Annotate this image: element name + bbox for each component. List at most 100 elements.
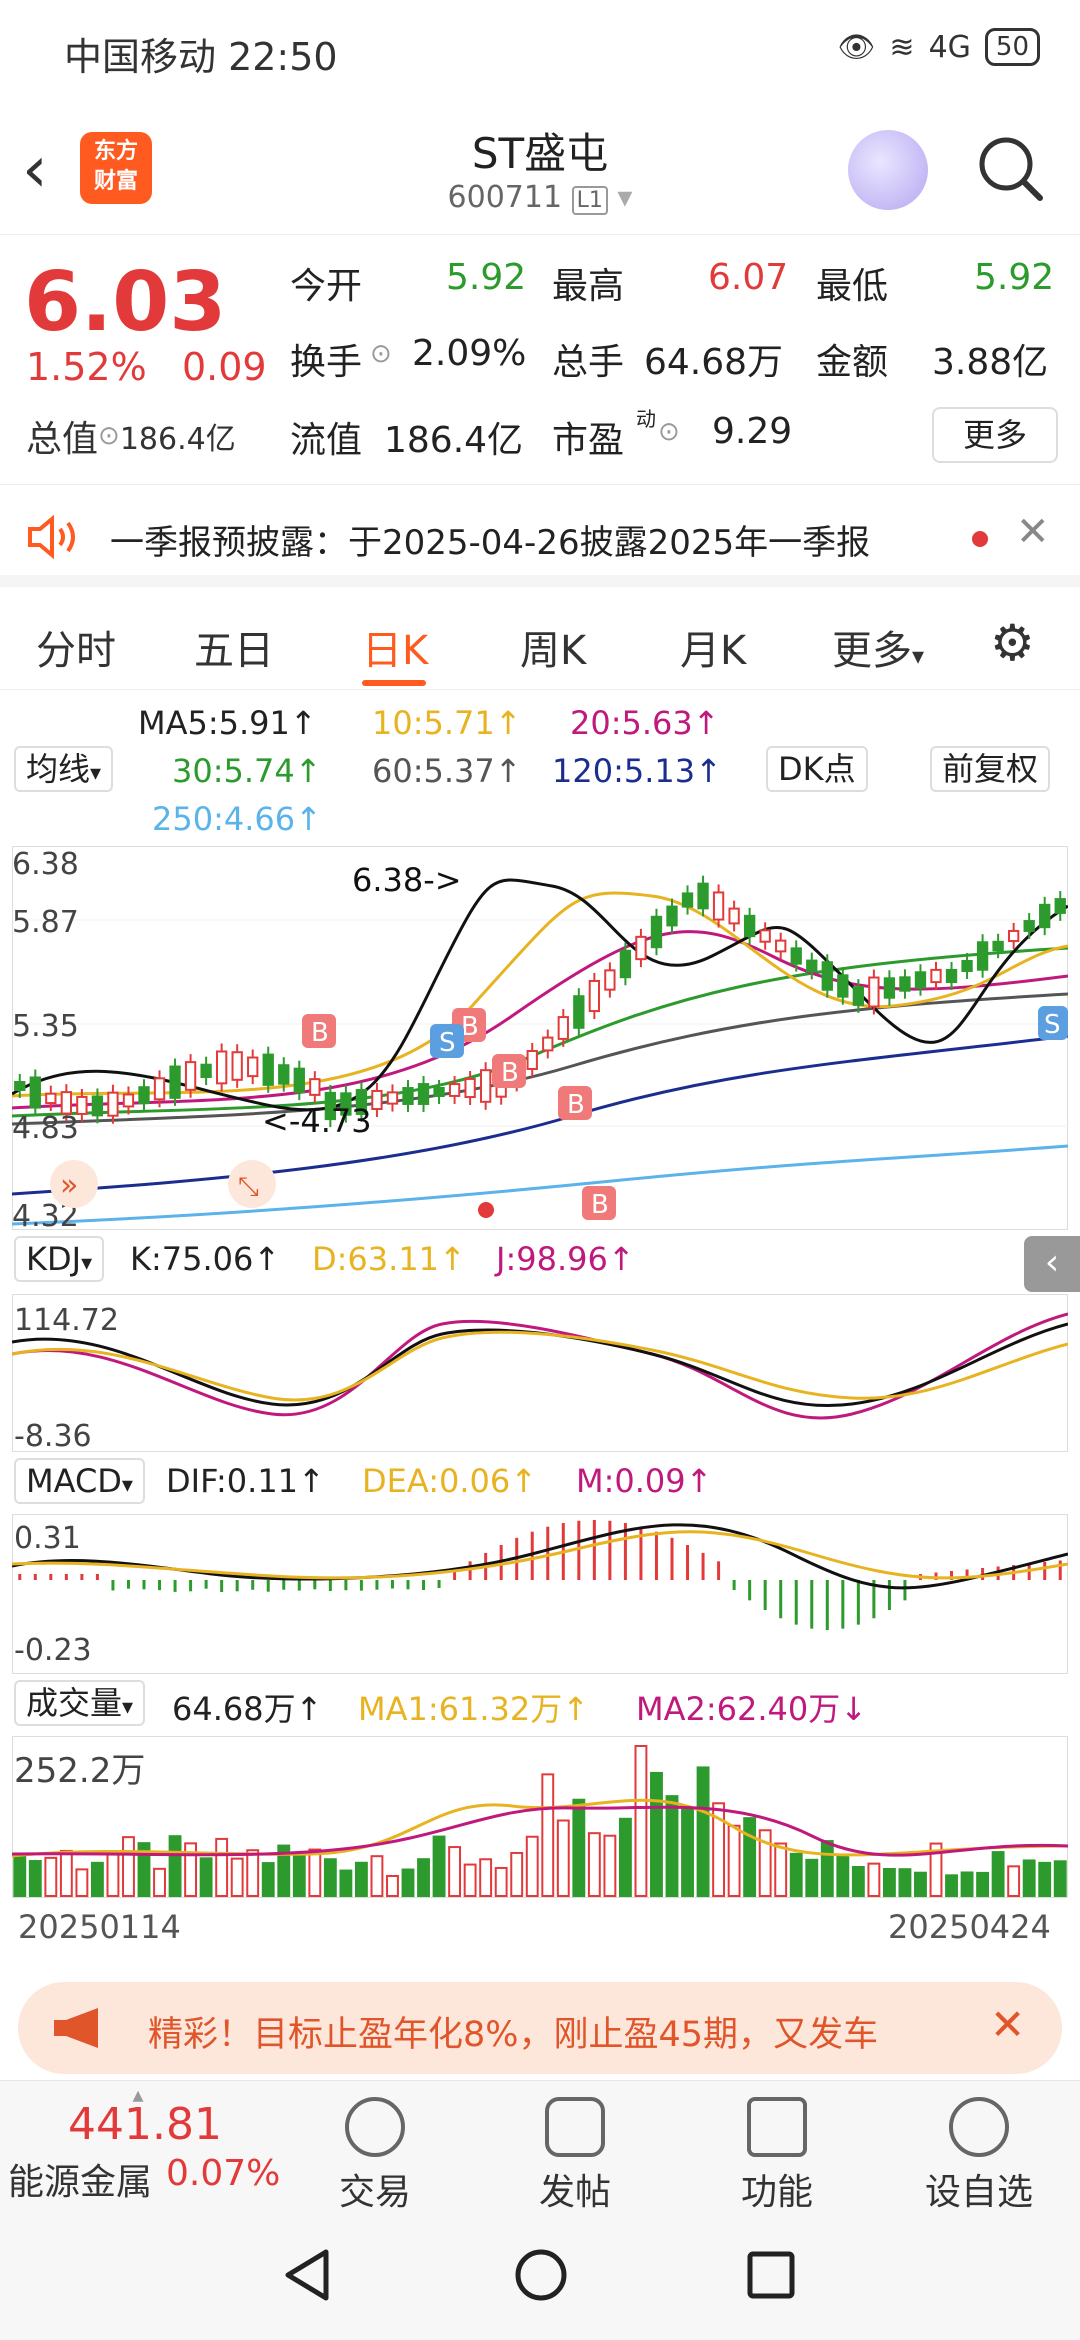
volume-selector[interactable]: 成交量▾: [14, 1680, 146, 1726]
buy-marker[interactable]: B: [302, 1014, 336, 1048]
volume-bar: [556, 1819, 570, 1897]
candle-body: [775, 939, 787, 953]
kdj-y-bottom: -8.36: [14, 1419, 92, 1452]
volume-chart[interactable]: 252.2万: [12, 1736, 1068, 1898]
buy-marker[interactable]: B: [558, 1086, 592, 1120]
candle-body: [728, 907, 740, 925]
gear-icon[interactable]: ⚙: [990, 614, 1035, 672]
candle-body: [899, 976, 911, 992]
y-axis-top: 6.38: [12, 847, 79, 882]
volume-bar: [572, 1798, 586, 1897]
expand-left-icon[interactable]: »: [50, 1160, 98, 1208]
level-badge: L1: [571, 186, 608, 215]
nav-trade-label: 交易: [338, 2172, 411, 2213]
svg-text:B: B: [501, 1058, 519, 1088]
close-icon[interactable]: ✕: [990, 2000, 1025, 2049]
quote-panel: 6.03 1.52% 0.09 总值 ⊙ 186.4亿 今开 5.92 最高 6…: [0, 235, 1080, 485]
nav-function-label: 功能: [740, 2172, 813, 2213]
volume-bar: [106, 1853, 120, 1897]
candle-body: [278, 1064, 290, 1085]
back-triangle-icon[interactable]: [282, 2248, 332, 2302]
volume-bar: [168, 1835, 182, 1898]
candle-body: [479, 1069, 492, 1103]
volume-value: 64.68万↑: [172, 1690, 323, 1728]
candle-body: [681, 892, 694, 908]
tab-more[interactable]: 更多▾: [832, 618, 924, 676]
nav-post[interactable]: 发帖: [500, 2097, 650, 2215]
ma-selector[interactable]: 均线▾: [14, 746, 114, 792]
nav-function[interactable]: 功能: [702, 2097, 852, 2215]
index-value[interactable]: 441.81: [68, 2099, 222, 2150]
close-icon[interactable]: ✕: [1016, 509, 1050, 555]
tab-intraday[interactable]: 分时: [36, 618, 116, 676]
kline-chart[interactable]: 6.38-> <-4.73 B B B B B S S 6.38 5.87 5.…: [12, 846, 1068, 1230]
volume-bar: [634, 1745, 648, 1897]
battery-icon: 50: [984, 28, 1040, 66]
info-icon[interactable]: ⊙: [98, 421, 120, 451]
kdj-y-top: 114.72: [14, 1303, 119, 1338]
candle-body: [914, 971, 927, 989]
kdj-selector[interactable]: KDJ▾: [14, 1236, 105, 1282]
more-button[interactable]: 更多: [932, 407, 1058, 463]
svg-text:B: B: [591, 1190, 609, 1220]
candle-body: [743, 914, 756, 938]
float-label: 流值: [290, 420, 363, 461]
kdj-d: D:63.11↑: [312, 1240, 466, 1278]
volume-label: 总手: [552, 342, 625, 383]
caret-down-icon: ▾: [81, 1251, 93, 1276]
tab-weekly-k[interactable]: 周K: [520, 618, 586, 676]
candle-body: [14, 1081, 26, 1091]
candle-body: [976, 941, 989, 971]
grid-icon: [747, 2097, 807, 2157]
stock-code: 600711: [447, 180, 563, 215]
buy-marker[interactable]: B: [492, 1054, 526, 1088]
candle-body: [806, 959, 818, 973]
eye-icon: 👁: [837, 29, 876, 65]
tab-monthly-k[interactable]: 月K: [680, 618, 746, 676]
event-dot[interactable]: [478, 1202, 494, 1218]
search-icon[interactable]: [974, 132, 1046, 204]
macd-chart[interactable]: 0.31 -0.23: [12, 1514, 1068, 1674]
nav-post-label: 发帖: [538, 2172, 611, 2213]
buy-marker[interactable]: B: [582, 1186, 616, 1220]
status-icons: 👁 ≋ 4G 50: [837, 28, 1040, 66]
sell-marker[interactable]: S: [430, 1024, 464, 1058]
adjust-button[interactable]: 前复权: [930, 746, 1051, 792]
tab-five-day[interactable]: 五日: [194, 618, 274, 676]
volume-bar: [246, 1849, 260, 1897]
amount-label: 金额: [816, 342, 889, 383]
pe-label: 市盈: [552, 420, 625, 461]
macd-selector[interactable]: MACD▾: [14, 1458, 145, 1504]
nav-trade[interactable]: 交易: [300, 2097, 450, 2215]
sell-marker[interactable]: S: [1038, 1006, 1068, 1040]
nav-add-watch[interactable]: 设自选: [904, 2097, 1054, 2215]
promo-banner[interactable]: 精彩！目标止盈年化8%，刚止盈45期，又发车 ✕: [18, 1982, 1062, 2074]
high-label: 最高: [552, 266, 625, 307]
index-name[interactable]: 能源金属: [8, 2153, 152, 2205]
info-icon[interactable]: ⊙: [658, 417, 680, 447]
volume-bar: [1038, 1861, 1052, 1897]
notice-bar[interactable]: 一季报预披露：于2025-04-26披露2025年一季报 ✕: [0, 487, 1080, 587]
current-price: 6.03: [24, 255, 227, 350]
tab-daily-k[interactable]: 日K: [362, 618, 428, 676]
dk-point-button[interactable]: DK点: [766, 746, 868, 792]
assistant-robot-icon[interactable]: [848, 130, 928, 210]
volume-bar: [75, 1868, 89, 1898]
info-icon[interactable]: ⊙: [370, 339, 392, 369]
kdj-chart[interactable]: 114.72 -8.36: [12, 1294, 1068, 1452]
home-circle-icon[interactable]: [514, 2248, 568, 2302]
recents-square-icon[interactable]: [746, 2250, 796, 2300]
fullscreen-icon[interactable]: ⤡: [228, 1160, 276, 1208]
candle-body: [386, 1091, 399, 1105]
change-amount: 0.09: [182, 345, 267, 389]
collapse-panel-icon[interactable]: ‹: [1024, 1236, 1080, 1292]
stock-header: ‹ 东方 财富 ST盛屯 600711 L1 ▾: [0, 100, 1080, 235]
open-value: 5.92: [446, 257, 527, 298]
candle-body: [29, 1076, 41, 1109]
total-value-label: 总值: [26, 419, 99, 460]
index-pct: 0.07%: [166, 2153, 281, 2194]
megaphone-icon: [54, 2008, 98, 2048]
candle-body: [448, 1083, 461, 1097]
volume-bar: [1007, 1865, 1021, 1897]
svg-text:»: »: [60, 1168, 78, 1203]
